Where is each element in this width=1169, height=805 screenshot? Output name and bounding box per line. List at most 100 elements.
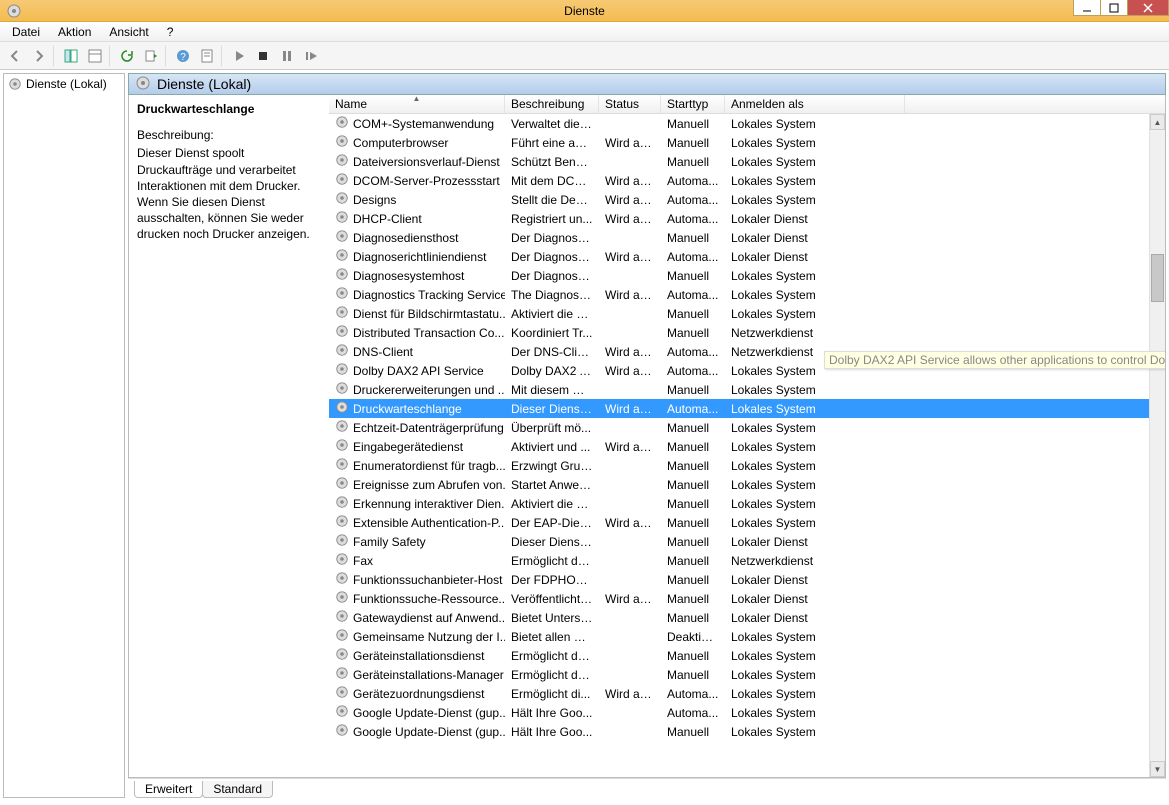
table-row[interactable]: ComputerbrowserFührt eine akt...Wird au.… (329, 133, 1149, 152)
stop-service-button[interactable] (252, 45, 274, 67)
cell-description: Koordiniert Tr... (505, 325, 599, 341)
cell-status (599, 503, 661, 505)
gear-icon (335, 267, 349, 284)
table-row[interactable]: Druckererweiterungen und ...Mit diesem D… (329, 380, 1149, 399)
table-row[interactable]: DHCP-ClientRegistriert un...Wird au...Au… (329, 209, 1149, 228)
col-starttype[interactable]: Starttyp (661, 95, 725, 113)
table-row[interactable]: COM+-SystemanwendungVerwaltet die ...Man… (329, 114, 1149, 133)
back-button[interactable] (4, 45, 26, 67)
table-row[interactable]: DesignsStellt die Desi...Wird au...Autom… (329, 190, 1149, 209)
cell-status: Wird au... (599, 135, 661, 151)
table-row[interactable]: FaxErmöglicht da...ManuellNetzwerkdienst (329, 551, 1149, 570)
table-row[interactable]: Ereignisse zum Abrufen von...Startet Anw… (329, 475, 1149, 494)
table-row[interactable]: Google Update-Dienst (gup...Hält Ihre Go… (329, 703, 1149, 722)
cell-name: Diagnosesystemhost (329, 266, 505, 285)
cell-name: DNS-Client (329, 342, 505, 361)
gear-icon (335, 685, 349, 702)
cell-logon: Lokaler Dienst (725, 249, 905, 265)
cell-name: Eingabegerätedienst (329, 437, 505, 456)
cell-logon: Lokales System (725, 268, 905, 284)
table-row[interactable]: DiagnoserichtliniendienstDer Diagnoser..… (329, 247, 1149, 266)
table-row[interactable]: Erkennung interaktiver Dien...Aktiviert … (329, 494, 1149, 513)
table-row[interactable]: Geräteinstallations-ManagerErmöglicht da… (329, 665, 1149, 684)
tab-standard[interactable]: Standard (202, 781, 273, 798)
table-row[interactable]: Google Update-Dienst (gup...Hält Ihre Go… (329, 722, 1149, 741)
scroll-down-arrow-icon[interactable]: ▼ (1150, 761, 1165, 777)
cell-status (599, 731, 661, 733)
cell-status (599, 161, 661, 163)
table-row[interactable]: Echtzeit-DatenträgerprüfungÜberprüft mö.… (329, 418, 1149, 437)
table-row[interactable]: EingabegerätedienstAktiviert und ...Wird… (329, 437, 1149, 456)
tab-extended[interactable]: Erweitert (134, 781, 203, 798)
table-row[interactable]: Dienst für Bildschirmtastatu...Aktiviert… (329, 304, 1149, 323)
left-tree[interactable]: Dienste (Lokal) (3, 73, 125, 798)
scroll-up-arrow-icon[interactable]: ▲ (1150, 114, 1165, 130)
cell-logon: Lokales System (725, 306, 905, 322)
cell-description: Mit diesem Di... (505, 382, 599, 398)
col-description[interactable]: Beschreibung (505, 95, 599, 113)
table-row[interactable]: Dateiversionsverlauf-DienstSchützt Benut… (329, 152, 1149, 171)
menu-file[interactable]: Datei (4, 23, 48, 41)
cell-status (599, 237, 661, 239)
table-row[interactable]: Funktionssuchanbieter-HostDer FDPHOST...… (329, 570, 1149, 589)
export-list-button[interactable] (140, 45, 166, 67)
cell-status (599, 560, 661, 562)
refresh-button[interactable] (116, 45, 138, 67)
cell-logon: Lokales System (725, 477, 905, 493)
cell-name: Computerbrowser (329, 133, 505, 152)
cell-status: Wird au... (599, 515, 661, 531)
table-row[interactable]: DiagnosesystemhostDer Diagnoses...Manuel… (329, 266, 1149, 285)
gear-icon (335, 248, 349, 265)
start-service-button[interactable] (228, 45, 250, 67)
table-row[interactable]: Extensible Authentication-P...Der EAP-Di… (329, 513, 1149, 532)
cell-logon: Lokales System (725, 135, 905, 151)
scroll-thumb[interactable] (1151, 254, 1164, 302)
table-row[interactable]: Diagnostics Tracking ServiceThe Diagnost… (329, 285, 1149, 304)
cell-description: The Diagnosti... (505, 287, 599, 303)
table-row[interactable]: Funktionssuche-Ressource...Veröffentlich… (329, 589, 1149, 608)
help-button[interactable]: ? (172, 45, 194, 67)
cell-name: DCOM-Server-Prozessstart (329, 171, 505, 190)
table-row[interactable]: Gatewaydienst auf Anwend...Bietet Unters… (329, 608, 1149, 627)
scrollbar-vertical[interactable]: ▲ ▼ (1149, 114, 1165, 777)
table-row[interactable]: Family SafetyDieser Dienst i...ManuellLo… (329, 532, 1149, 551)
tree-root-item[interactable]: Dienste (Lokal) (6, 76, 122, 92)
forward-button[interactable] (28, 45, 54, 67)
menu-action[interactable]: Aktion (50, 23, 99, 41)
cell-description: Dolby DAX2 A... (505, 363, 599, 379)
table-row[interactable]: DCOM-Server-ProzessstartMit dem DCO...Wi… (329, 171, 1149, 190)
table-row[interactable]: GerätezuordnungsdienstErmöglicht di...Wi… (329, 684, 1149, 703)
minimize-button[interactable] (1073, 0, 1101, 16)
cell-logon: Lokales System (725, 724, 905, 740)
cell-starttype: Automa... (661, 192, 725, 208)
maximize-button[interactable] (1100, 0, 1128, 16)
cell-name: Dolby DAX2 API Service (329, 361, 505, 380)
properties-layout-button[interactable] (84, 45, 110, 67)
cell-description: Der FDPHOST... (505, 572, 599, 588)
table-row[interactable]: Enumeratordienst für tragb...Erzwingt Gr… (329, 456, 1149, 475)
properties-button[interactable] (196, 45, 222, 67)
table-row[interactable]: GeräteinstallationsdienstErmöglicht de..… (329, 646, 1149, 665)
col-logon[interactable]: Anmelden als (725, 95, 905, 113)
cell-starttype: Manuell (661, 439, 725, 455)
restart-service-button[interactable] (300, 45, 322, 67)
cell-logon: Lokales System (725, 686, 905, 702)
close-button[interactable] (1127, 0, 1169, 16)
table-row[interactable]: Distributed Transaction Co...Koordiniert… (329, 323, 1149, 342)
table-row[interactable]: DruckwarteschlangeDieser Dienst s...Wird… (329, 399, 1149, 418)
list-rows[interactable]: COM+-SystemanwendungVerwaltet die ...Man… (329, 114, 1149, 777)
menu-view[interactable]: Ansicht (101, 23, 156, 41)
cell-starttype: Manuell (661, 420, 725, 436)
table-row[interactable]: Gemeinsame Nutzung der I...Bietet allen … (329, 627, 1149, 646)
window-titlebar: Dienste (0, 0, 1169, 22)
cell-starttype: Manuell (661, 572, 725, 588)
cell-description: Hält Ihre Goo... (505, 724, 599, 740)
show-hide-tree-button[interactable] (60, 45, 82, 67)
cell-status (599, 617, 661, 619)
col-status[interactable]: Status (599, 95, 661, 113)
table-row[interactable]: DiagnosediensthostDer Diagnose...Manuell… (329, 228, 1149, 247)
cell-description: Stellt die Desi... (505, 192, 599, 208)
menu-help[interactable]: ? (159, 23, 182, 41)
col-name[interactable]: Name▲ (329, 95, 505, 113)
pause-service-button[interactable] (276, 45, 298, 67)
